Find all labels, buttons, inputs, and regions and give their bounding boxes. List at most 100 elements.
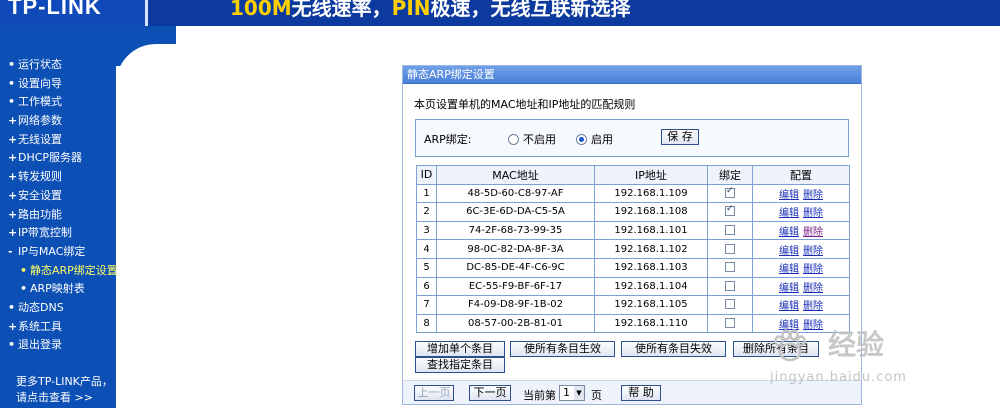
enable-all-button[interactable]: 使所有条目生效	[510, 341, 615, 357]
promo-line-1: 更多TP-LINK产品，	[16, 375, 113, 388]
row-bound	[707, 220, 753, 241]
radio-disable[interactable]: 不启用	[508, 131, 556, 147]
arp-table: ID MAC地址 IP地址 绑定 配置 1 48-5D-60-C8-97-AF …	[416, 165, 850, 334]
radio-off-icon[interactable]	[508, 133, 519, 145]
delete-link[interactable]: 删除	[803, 208, 823, 219]
chevron-down-icon: ▼	[574, 386, 584, 400]
edit-link[interactable]: 编辑	[779, 227, 799, 238]
table-row: 7 F4-09-D8-9F-1B-02 192.168.1.105 编辑 删除	[416, 295, 850, 315]
checkbox-unchecked-icon	[725, 262, 735, 273]
next-page-button[interactable]: 下一页	[469, 385, 511, 401]
row-actions: 编辑 删除	[752, 257, 850, 278]
edit-link[interactable]: 编辑	[779, 190, 799, 201]
edit-link[interactable]: 编辑	[779, 301, 799, 312]
radio-enable[interactable]: 启用	[576, 131, 613, 147]
find-entry-button[interactable]: 查找指定条目	[415, 357, 505, 373]
promo-link[interactable]: 更多TP-LINK产品， 请点击查看 >>	[16, 374, 116, 406]
sidebar-item-label: 系统工具	[18, 319, 62, 333]
row-id: 4	[416, 239, 437, 259]
page-suffix-label: 页	[591, 389, 602, 402]
edit-link[interactable]: 编辑	[779, 283, 799, 294]
top-banner: TP-LINK 100M无线速率，PIN极速，无线互联新选择	[0, 0, 1000, 26]
sidebar-item-label: IP带宽控制	[18, 226, 72, 240]
row-ip: 192.168.1.110	[594, 313, 708, 334]
expand-icon: +	[8, 207, 18, 221]
sidebar-item-dhcp[interactable]: +DHCP服务器	[0, 149, 116, 168]
table-row: 5 DC-85-DE-4F-C6-9C 192.168.1.103 编辑 删除	[416, 257, 850, 278]
sidebar-item-security[interactable]: +安全设置	[0, 187, 116, 206]
sidebar-item-wireless[interactable]: +无线设置	[0, 131, 116, 150]
sidebar-item-ddns[interactable]: • 动态DNS	[0, 299, 116, 318]
bullet-icon: •	[8, 58, 16, 71]
row-bound	[707, 257, 753, 278]
row-ip: 192.168.1.102	[594, 239, 708, 259]
row-bound	[707, 183, 753, 204]
sidebar-item-system-tools[interactable]: +系统工具	[0, 318, 116, 337]
row-ip: 192.168.1.104	[594, 276, 708, 297]
sidebar-item-routing[interactable]: +路由功能	[0, 206, 116, 225]
current-page-label: 当前第	[523, 389, 556, 402]
disable-all-button[interactable]: 使所有条目失效	[621, 341, 726, 357]
row-actions: 编辑 删除	[752, 276, 850, 297]
sidebar-item-static-arp[interactable]: • 静态ARP绑定设置	[0, 262, 118, 281]
slogan-part-d: 极速，无线互联新选择	[430, 0, 631, 20]
col-bound: 绑定	[707, 165, 753, 185]
prev-page-button[interactable]: 上一页	[414, 385, 454, 401]
page-select[interactable]: 1 ▼	[559, 385, 585, 401]
edit-link[interactable]: 编辑	[779, 208, 799, 219]
sidebar-item-label: 动态DNS	[18, 300, 64, 314]
delete-link[interactable]: 删除	[803, 227, 823, 238]
checkbox-unchecked-icon	[725, 299, 735, 310]
table-row: 3 74-2F-68-73-99-35 192.168.1.101 编辑 删除	[416, 220, 850, 241]
page-description: 本页设置单机的MAC地址和IP地址的匹配规则	[414, 98, 636, 111]
col-id: ID	[416, 165, 437, 185]
table-row: 4 98-0C-82-DA-8F-3A 192.168.1.102 编辑 删除	[416, 239, 850, 259]
edit-link[interactable]: 编辑	[779, 246, 799, 257]
add-entry-button[interactable]: 增加单个条目	[415, 341, 505, 357]
checkbox-unchecked-icon	[725, 243, 735, 254]
checkbox-unchecked-icon	[725, 225, 735, 236]
sidebar-item-forwarding[interactable]: +转发规则	[0, 168, 116, 187]
row-mac: 48-5D-60-C8-97-AF	[436, 183, 595, 204]
promo-line-2: 请点击查看 >>	[16, 391, 93, 404]
sidebar-item-wizard[interactable]: • 设置向导	[0, 75, 116, 94]
sidebar-item-network[interactable]: +网络参数	[0, 112, 116, 131]
row-mac: 98-0C-82-DA-8F-3A	[436, 239, 595, 259]
edit-link[interactable]: 编辑	[779, 264, 799, 275]
radio-on-icon[interactable]	[576, 133, 587, 145]
delete-link[interactable]: 删除	[803, 283, 823, 294]
row-actions: 编辑 删除	[752, 202, 850, 222]
row-bound	[707, 295, 753, 315]
help-button[interactable]: 帮 助	[621, 385, 661, 401]
row-actions: 编辑 删除	[752, 239, 850, 259]
checkbox-unchecked-icon	[725, 280, 735, 291]
col-config: 配置	[752, 165, 850, 185]
sidebar-item-label: 运行状态	[18, 58, 62, 71]
checkbox-checked-icon	[725, 186, 735, 198]
sidebar-item-status[interactable]: • 运行状态	[0, 56, 116, 75]
row-bound	[707, 276, 753, 297]
bullet-icon: •	[8, 338, 16, 352]
delete-link[interactable]: 删除	[803, 246, 823, 257]
row-mac: 08-57-00-2B-81-01	[436, 313, 595, 334]
sidebar-nav: • 运行状态 • 设置向导 • 工作模式 +网络参数 +无线设置 +DHCP服务器 +…	[0, 56, 118, 355]
sidebar-item-bandwidth[interactable]: +IP带宽控制	[0, 224, 116, 243]
delete-link[interactable]: 删除	[803, 264, 823, 275]
row-ip: 192.168.1.101	[594, 220, 708, 241]
radio-enable-label: 启用	[591, 133, 613, 146]
sidebar-item-ip-mac-binding[interactable]: - IP与MAC绑定	[0, 243, 116, 262]
bullet-icon: •	[8, 95, 16, 109]
expand-icon: +	[8, 319, 18, 333]
col-mac: MAC地址	[436, 165, 595, 185]
sidebar-item-work-mode[interactable]: • 工作模式	[0, 93, 116, 112]
delete-link[interactable]: 删除	[803, 190, 823, 201]
row-mac: 6C-3E-6D-DA-C5-5A	[436, 202, 595, 222]
save-button[interactable]: 保 存	[661, 129, 699, 145]
row-actions: 编辑 删除	[752, 220, 850, 241]
sidebar-item-arp-table[interactable]: • ARP映射表	[0, 280, 116, 299]
table-header-row: ID MAC地址 IP地址 绑定 配置	[416, 165, 850, 185]
sidebar-item-logout[interactable]: • 退出登录	[0, 336, 116, 355]
delete-link[interactable]: 删除	[803, 301, 823, 312]
bullet-icon: •	[20, 282, 28, 296]
watermark: 经验 jingyan.baidu.com	[770, 315, 990, 395]
